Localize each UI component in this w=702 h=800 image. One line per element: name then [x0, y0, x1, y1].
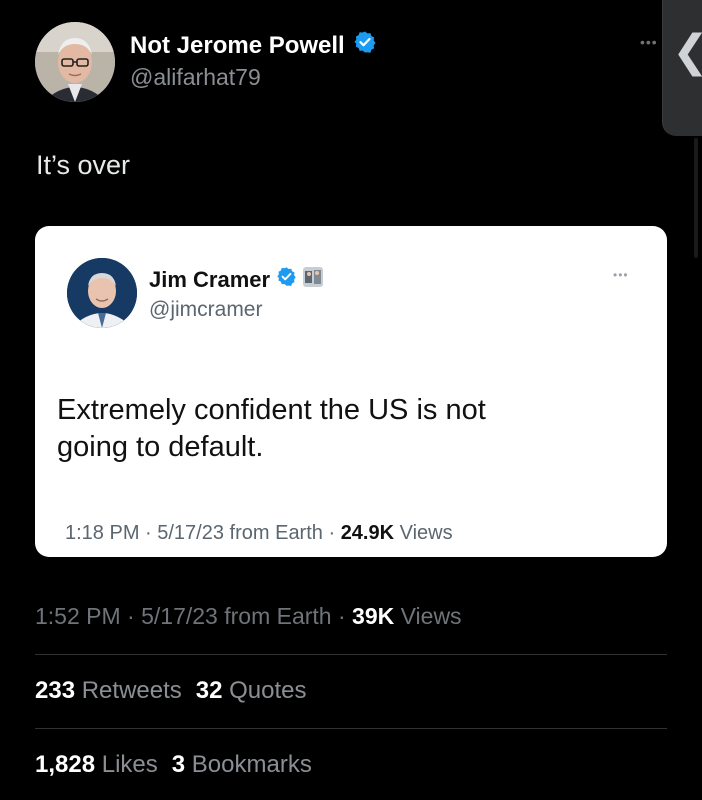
retweets-count: 233	[35, 677, 76, 704]
tweet-meta: 1:52 PM · 5/17/23 from Earth · 39K Views	[35, 603, 462, 630]
divider	[35, 654, 667, 655]
likes-row: 1,828 Likes 3 Bookmarks	[35, 751, 312, 779]
more-icon: •••	[613, 268, 629, 282]
retweets-label: Retweets	[75, 677, 182, 704]
bookmarks-label: Bookmarks	[185, 751, 312, 778]
author-handle[interactable]: @alifarhat79	[130, 64, 261, 91]
likes-label: Likes	[95, 751, 158, 778]
views-count: 39K	[352, 603, 395, 629]
more-icon[interactable]: •••	[640, 34, 658, 50]
quoted-timestamp: 1:18 PM · 5/17/23 from Earth ·	[65, 522, 341, 544]
quoted-views-count: 24.9K	[340, 522, 395, 544]
quoted-tweet-meta: 1:18 PM · 5/17/23 from Earth · 24.9K Vie…	[65, 522, 453, 545]
author-name-text: Not Jerome Powell	[130, 31, 345, 59]
scrollbar[interactable]	[694, 138, 698, 258]
likes-link[interactable]: 1,828 Likes	[35, 751, 158, 778]
tweet-text: It’s over	[36, 150, 131, 180]
quoted-name-text: Jim Cramer	[149, 266, 271, 292]
quoted-text-line: going to default.	[57, 431, 264, 463]
verified-badge-icon	[353, 30, 377, 61]
quoted-author-name: Jim Cramer	[149, 266, 324, 293]
quoted-tweet-image[interactable]: Jim Cramer @jimcramer ••• Extremely conf…	[35, 226, 667, 557]
engagement-row: 233 Retweets 32 Quotes	[35, 677, 307, 705]
quotes-label: Quotes	[222, 677, 307, 704]
quoted-text-line: Extremely confident the US is not	[57, 394, 486, 426]
likes-count: 1,828	[35, 751, 96, 778]
quoted-views-label: Views	[394, 522, 453, 544]
author-display-name[interactable]: Not Jerome Powell	[130, 30, 377, 61]
tweet-timestamp[interactable]: 1:52 PM · 5/17/23 from Earth ·	[35, 603, 352, 629]
bookmarks-count: 3	[171, 751, 186, 778]
quoted-tweet-text: Extremely confident the US is not going …	[57, 392, 617, 466]
retweets-link[interactable]: 233 Retweets	[35, 677, 182, 704]
bookmarks-link[interactable]: 3 Bookmarks	[172, 751, 312, 778]
author-avatar[interactable]	[35, 22, 115, 102]
divider	[35, 728, 667, 729]
views-label: Views	[394, 603, 462, 629]
quotes-count: 32	[195, 677, 223, 704]
quotes-link[interactable]: 32 Quotes	[196, 677, 307, 704]
quoted-author-handle: @jimcramer	[149, 298, 263, 321]
chevron-left-icon[interactable]: ❮	[672, 26, 702, 77]
quoted-author-avatar	[67, 258, 137, 328]
verified-badge-icon	[276, 266, 297, 293]
affiliate-badge-icon	[303, 266, 324, 293]
